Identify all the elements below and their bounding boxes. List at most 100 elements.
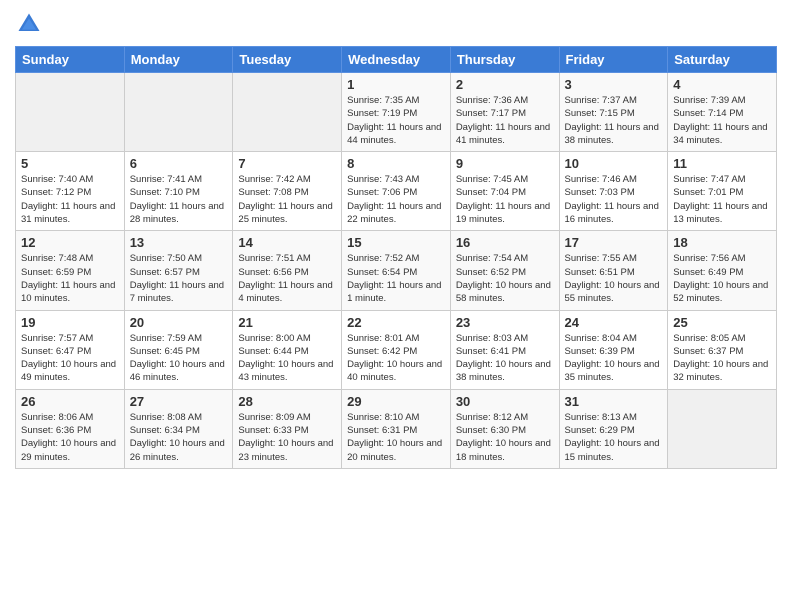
day-number: 26 [21, 394, 119, 409]
day-number: 7 [238, 156, 336, 171]
day-header-thursday: Thursday [450, 47, 559, 73]
calendar-cell: 25 Sunrise: 8:05 AM Sunset: 6:37 PM Dayli… [668, 310, 777, 389]
calendar-cell: 13 Sunrise: 7:50 AM Sunset: 6:57 PM Dayli… [124, 231, 233, 310]
day-number: 23 [456, 315, 554, 330]
day-number: 1 [347, 77, 445, 92]
day-info: Sunrise: 7:46 AM Sunset: 7:03 PM Dayligh… [565, 173, 663, 226]
day-info: Sunrise: 8:10 AM Sunset: 6:31 PM Dayligh… [347, 411, 445, 464]
calendar-cell [668, 389, 777, 468]
day-info: Sunrise: 7:37 AM Sunset: 7:15 PM Dayligh… [565, 94, 663, 147]
day-number: 30 [456, 394, 554, 409]
calendar-cell: 6 Sunrise: 7:41 AM Sunset: 7:10 PM Daylig… [124, 152, 233, 231]
day-info: Sunrise: 7:45 AM Sunset: 7:04 PM Dayligh… [456, 173, 554, 226]
day-info: Sunrise: 8:06 AM Sunset: 6:36 PM Dayligh… [21, 411, 119, 464]
day-number: 2 [456, 77, 554, 92]
calendar-cell: 21Sunrise: 8:00 AM Sunset: 6:44 PM Dayli… [233, 310, 342, 389]
day-info: Sunrise: 7:54 AM Sunset: 6:52 PM Dayligh… [456, 252, 554, 305]
calendar-cell: 8 Sunrise: 7:43 AM Sunset: 7:06 PM Daylig… [342, 152, 451, 231]
calendar-cell: 5Sunrise: 7:40 AM Sunset: 7:12 PM Daylig… [16, 152, 125, 231]
day-header-sunday: Sunday [16, 47, 125, 73]
day-info: Sunrise: 8:13 AM Sunset: 6:29 PM Dayligh… [565, 411, 663, 464]
day-info: Sunrise: 7:47 AM Sunset: 7:01 PM Dayligh… [673, 173, 771, 226]
day-header-friday: Friday [559, 47, 668, 73]
day-info: Sunrise: 8:08 AM Sunset: 6:34 PM Dayligh… [130, 411, 228, 464]
day-info: Sunrise: 7:51 AM Sunset: 6:56 PM Dayligh… [238, 252, 336, 305]
logo [15, 10, 47, 38]
calendar-cell: 12 Sunrise: 7:48 AM Sunset: 6:59 PM Dayli… [16, 231, 125, 310]
day-number: 10 [565, 156, 663, 171]
calendar-cell: 17Sunrise: 7:55 AM Sunset: 6:51 PM Dayli… [559, 231, 668, 310]
day-number: 13 [130, 235, 228, 250]
logo-icon [15, 10, 43, 38]
calendar-cell: 11 Sunrise: 7:47 AM Sunset: 7:01 PM Dayli… [668, 152, 777, 231]
calendar-cell: 10 Sunrise: 7:46 AM Sunset: 7:03 PM Dayli… [559, 152, 668, 231]
day-info: Sunrise: 7:57 AM Sunset: 6:47 PM Dayligh… [21, 332, 119, 385]
day-number: 4 [673, 77, 771, 92]
day-info: Sunrise: 7:56 AM Sunset: 6:49 PM Dayligh… [673, 252, 771, 305]
calendar-cell: 31 Sunrise: 8:13 AM Sunset: 6:29 PM Dayli… [559, 389, 668, 468]
calendar-cell: 3 Sunrise: 7:37 AM Sunset: 7:15 PM Daylig… [559, 73, 668, 152]
day-number: 25 [673, 315, 771, 330]
calendar-cell [124, 73, 233, 152]
calendar-cell: 27 Sunrise: 8:08 AM Sunset: 6:34 PM Dayli… [124, 389, 233, 468]
week-row-4: 19 Sunrise: 7:57 AM Sunset: 6:47 PM Dayli… [16, 310, 777, 389]
day-number: 20 [130, 315, 228, 330]
week-row-1: 1Sunrise: 7:35 AM Sunset: 7:19 PM Daylig… [16, 73, 777, 152]
day-number: 8 [347, 156, 445, 171]
day-info: Sunrise: 8:01 AM Sunset: 6:42 PM Dayligh… [347, 332, 445, 385]
day-number: 28 [238, 394, 336, 409]
calendar-cell: 30 Sunrise: 8:12 AM Sunset: 6:30 PM Dayli… [450, 389, 559, 468]
day-header-saturday: Saturday [668, 47, 777, 73]
day-number: 27 [130, 394, 228, 409]
day-info: Sunrise: 7:48 AM Sunset: 6:59 PM Dayligh… [21, 252, 119, 305]
calendar-cell: 28 Sunrise: 8:09 AM Sunset: 6:33 PM Dayli… [233, 389, 342, 468]
calendar-cell: 18 Sunrise: 7:56 AM Sunset: 6:49 PM Dayli… [668, 231, 777, 310]
day-info: Sunrise: 7:41 AM Sunset: 7:10 PM Dayligh… [130, 173, 228, 226]
calendar-cell: 16 Sunrise: 7:54 AM Sunset: 6:52 PM Dayli… [450, 231, 559, 310]
calendar-cell [16, 73, 125, 152]
day-number: 15 [347, 235, 445, 250]
calendar-cell: 2 Sunrise: 7:36 AM Sunset: 7:17 PM Daylig… [450, 73, 559, 152]
day-info: Sunrise: 8:04 AM Sunset: 6:39 PM Dayligh… [565, 332, 663, 385]
header [15, 10, 777, 38]
day-info: Sunrise: 7:59 AM Sunset: 6:45 PM Dayligh… [130, 332, 228, 385]
day-header-monday: Monday [124, 47, 233, 73]
day-info: Sunrise: 7:50 AM Sunset: 6:57 PM Dayligh… [130, 252, 228, 305]
calendar-cell: 7 Sunrise: 7:42 AM Sunset: 7:08 PM Daylig… [233, 152, 342, 231]
calendar-cell: 19 Sunrise: 7:57 AM Sunset: 6:47 PM Dayli… [16, 310, 125, 389]
day-number: 22 [347, 315, 445, 330]
day-number: 12 [21, 235, 119, 250]
day-number: 6 [130, 156, 228, 171]
day-number: 3 [565, 77, 663, 92]
calendar-cell: 23Sunrise: 8:03 AM Sunset: 6:41 PM Dayli… [450, 310, 559, 389]
day-number: 24 [565, 315, 663, 330]
day-number: 31 [565, 394, 663, 409]
calendar-cell: 15Sunrise: 7:52 AM Sunset: 6:54 PM Dayli… [342, 231, 451, 310]
day-header-tuesday: Tuesday [233, 47, 342, 73]
calendar-cell [233, 73, 342, 152]
day-number: 18 [673, 235, 771, 250]
day-info: Sunrise: 8:05 AM Sunset: 6:37 PM Dayligh… [673, 332, 771, 385]
week-row-5: 26 Sunrise: 8:06 AM Sunset: 6:36 PM Dayli… [16, 389, 777, 468]
day-info: Sunrise: 8:12 AM Sunset: 6:30 PM Dayligh… [456, 411, 554, 464]
calendar-header-row: SundayMondayTuesdayWednesdayThursdayFrid… [16, 47, 777, 73]
calendar-cell: 4Sunrise: 7:39 AM Sunset: 7:14 PM Daylig… [668, 73, 777, 152]
calendar-cell: 26 Sunrise: 8:06 AM Sunset: 6:36 PM Dayli… [16, 389, 125, 468]
day-info: Sunrise: 7:55 AM Sunset: 6:51 PM Dayligh… [565, 252, 663, 305]
day-info: Sunrise: 7:42 AM Sunset: 7:08 PM Dayligh… [238, 173, 336, 226]
day-info: Sunrise: 7:43 AM Sunset: 7:06 PM Dayligh… [347, 173, 445, 226]
day-number: 9 [456, 156, 554, 171]
day-info: Sunrise: 8:09 AM Sunset: 6:33 PM Dayligh… [238, 411, 336, 464]
day-number: 16 [456, 235, 554, 250]
day-number: 19 [21, 315, 119, 330]
calendar-cell: 24 Sunrise: 8:04 AM Sunset: 6:39 PM Dayli… [559, 310, 668, 389]
calendar-cell: 22 Sunrise: 8:01 AM Sunset: 6:42 PM Dayli… [342, 310, 451, 389]
day-info: Sunrise: 7:36 AM Sunset: 7:17 PM Dayligh… [456, 94, 554, 147]
day-number: 11 [673, 156, 771, 171]
calendar-table: SundayMondayTuesdayWednesdayThursdayFrid… [15, 46, 777, 469]
calendar-cell: 9 Sunrise: 7:45 AM Sunset: 7:04 PM Daylig… [450, 152, 559, 231]
day-number: 14 [238, 235, 336, 250]
week-row-3: 12 Sunrise: 7:48 AM Sunset: 6:59 PM Dayli… [16, 231, 777, 310]
day-number: 21 [238, 315, 336, 330]
calendar-cell: 20 Sunrise: 7:59 AM Sunset: 6:45 PM Dayli… [124, 310, 233, 389]
